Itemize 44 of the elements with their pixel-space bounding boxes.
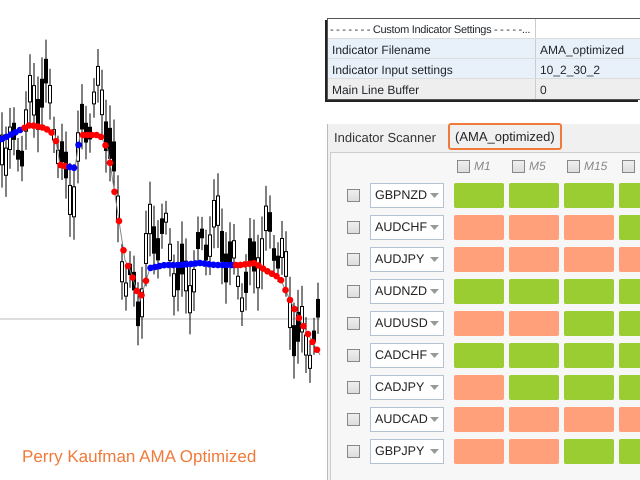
symbol-dropdown[interactable]: GBPJPY <box>370 438 444 464</box>
symbol-dropdown[interactable]: AUDCAD <box>370 406 444 432</box>
caret-icon <box>430 384 439 390</box>
indicator-tab[interactable]: (AMA_optimized) <box>448 122 562 150</box>
symbol-dropdown[interactable]: AUDNZD <box>370 278 444 304</box>
table-cell-text: AMA_optimized <box>539 42 626 58</box>
table-cell: Main Line Buffer <box>328 79 536 99</box>
timeframe-label: M15 <box>584 158 608 175</box>
table-cell: Indicator Filename <box>328 39 536 58</box>
table-cell: Indicator Input settings <box>328 59 536 78</box>
caret-icon <box>430 192 439 198</box>
caret-icon <box>430 352 439 358</box>
caret-icon <box>430 288 439 294</box>
panel-title: Indicator Scanner <box>334 129 437 148</box>
row-checkbox[interactable] <box>347 188 360 202</box>
symbol-dropdown[interactable]: CADCHF <box>370 342 444 368</box>
row-checkbox[interactable] <box>347 252 360 266</box>
caret-icon <box>430 416 439 422</box>
timeframe-label: M5 <box>529 158 546 175</box>
row-checkbox[interactable] <box>347 220 360 234</box>
timeframe-checkbox[interactable] <box>512 160 525 172</box>
chart-caption: Perry Kaufman AMA Optimized <box>22 446 256 468</box>
symbol-dropdown[interactable]: CADJPY <box>370 374 444 400</box>
symbol-dropdown[interactable]: AUDJPY <box>370 246 444 272</box>
symbol-dropdown[interactable]: GBPNZD <box>370 182 444 208</box>
row-checkbox[interactable] <box>347 412 360 426</box>
table-header: - - - - - - - Custom Indicator Settings - - - - -... <box>328 19 536 38</box>
row-checkbox[interactable] <box>347 444 360 458</box>
timeframe-checkbox[interactable] <box>457 160 470 172</box>
timeframe-label: M1 <box>474 158 491 175</box>
row-checkbox[interactable] <box>347 348 360 362</box>
caret-icon <box>430 448 439 454</box>
row-checkbox[interactable] <box>347 316 360 330</box>
caret-icon <box>430 320 439 326</box>
timeframe-checkbox[interactable] <box>622 160 635 172</box>
timeframe-checkbox[interactable] <box>567 160 580 172</box>
row-checkbox[interactable] <box>347 284 360 298</box>
caret-icon <box>430 256 439 262</box>
table-cell-text: 10_2_30_2 <box>539 62 602 78</box>
symbol-dropdown[interactable]: AUDUSD <box>370 310 444 336</box>
row-checkbox[interactable] <box>347 380 360 394</box>
symbol-dropdown[interactable]: AUDCHF <box>370 214 444 240</box>
table-cell-text: 0 <box>539 82 548 99</box>
caret-icon <box>430 224 439 230</box>
